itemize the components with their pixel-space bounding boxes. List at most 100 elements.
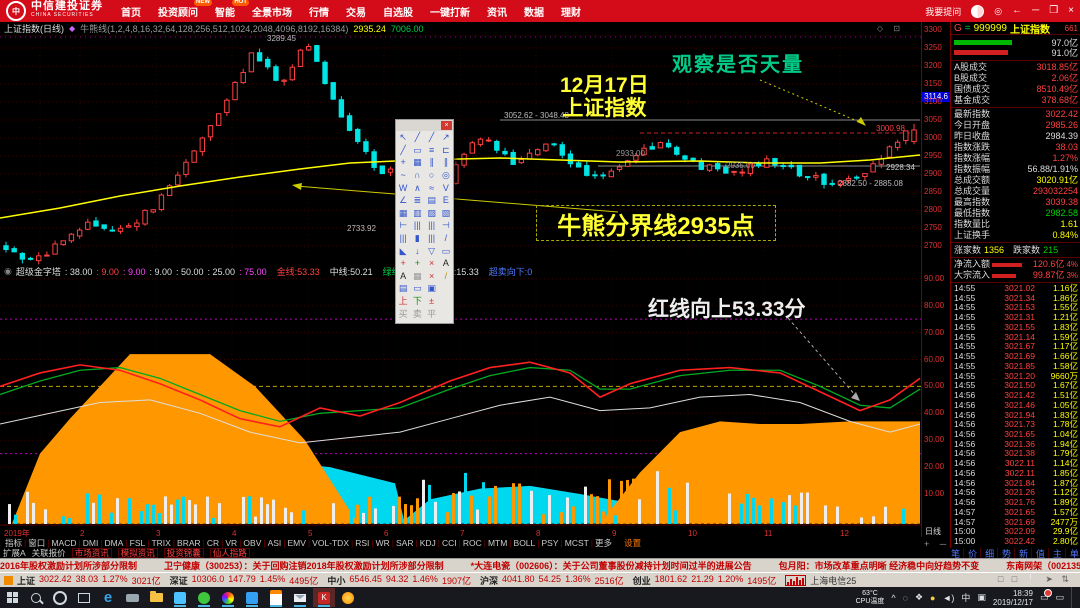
draw-tool-icon[interactable]: ∩ (410, 169, 424, 182)
indicator-tab-PSY[interactable]: PSY (540, 538, 561, 548)
draw-tool-icon[interactable]: 卖 (410, 307, 424, 320)
news-ticker[interactable]: 2016年股权激励计划所涉部分限制 卫宁健康（300253）：关于回购注销201… (0, 558, 1080, 573)
indicator-tab-BOLL[interactable]: BOLL (512, 538, 538, 548)
menu-item-3[interactable]: 全景市场 (252, 4, 292, 19)
draw-tool-icon[interactable]: × (425, 270, 439, 283)
draw-tool-icon[interactable]: ▦ (396, 207, 410, 220)
action-center-icon[interactable]: ▭ (1055, 592, 1064, 603)
indicator-tab-KDJ[interactable]: KDJ (418, 538, 438, 548)
indicator-tab-ASI[interactable]: ASI (266, 538, 284, 548)
draw-tool-icon[interactable]: ▭ (410, 282, 424, 295)
indicator-tab-VOL-TDX[interactable]: VOL-TDX (310, 538, 351, 548)
draw-tool-icon[interactable]: ╱ (425, 131, 439, 144)
draw-tool-icon[interactable]: ||| (425, 219, 439, 232)
draw-tool-icon[interactable]: W (396, 181, 410, 194)
draw-tool-icon[interactable]: V (439, 181, 453, 194)
menu-item-5[interactable]: 交易 (346, 4, 366, 19)
search-icon[interactable] (25, 588, 47, 607)
indicator-tab-VR[interactable]: VR (223, 538, 239, 548)
menu-item-0[interactable]: 首页 (121, 4, 141, 19)
draw-tool-icon[interactable]: ⊏ (439, 144, 453, 157)
laptop-icon[interactable] (121, 588, 143, 607)
indicator-tab-MTM[interactable]: MTM (486, 538, 509, 548)
draw-tool-icon[interactable]: ∥ (439, 156, 453, 169)
index-quote-上证[interactable]: 上证 3022.42 38.03 1.27% 3021亿 (17, 574, 161, 587)
draw-tool-icon[interactable] (439, 282, 453, 295)
minimize-button[interactable]: ─ (1032, 6, 1039, 16)
draw-tool-icon[interactable]: ╱ (410, 131, 424, 144)
draw-tool-icon[interactable]: ▨ (425, 207, 439, 220)
draw-tool-icon[interactable]: ↖ (396, 131, 410, 144)
restore-button[interactable]: ❐ (1049, 6, 1058, 16)
file-explorer-icon[interactable] (145, 588, 167, 607)
draw-tool-icon[interactable]: 下 (410, 295, 424, 308)
draw-tool-icon[interactable]: ▦ (410, 156, 424, 169)
draw-tool-icon[interactable]: ▣ (425, 282, 439, 295)
draw-tool-icon[interactable]: ||| (396, 232, 410, 245)
indicator-tab-MCST[interactable]: MCST (563, 538, 591, 548)
indicator-tab-DMA[interactable]: DMA (103, 538, 126, 548)
menu-item-10[interactable]: 理财 (561, 4, 581, 19)
draw-tool-icon[interactable]: A (439, 257, 453, 270)
volume-icon[interactable]: ◄) (942, 593, 954, 603)
close-button[interactable]: × (1068, 6, 1074, 16)
status-bar-icons[interactable]: □ □ ❕ ➤ ⇅ (998, 574, 1072, 585)
draw-tool-icon[interactable]: ≣ (410, 194, 424, 207)
draw-tool-icon[interactable]: ▦ (410, 270, 424, 283)
mail-icon[interactable] (289, 588, 311, 607)
indicator-tab-RSI[interactable]: RSI (353, 538, 371, 548)
menu-item-9[interactable]: 数据 (524, 4, 544, 19)
draw-tool-icon[interactable]: + (410, 257, 424, 270)
draw-tool-icon[interactable]: A (396, 270, 410, 283)
tray-icon-2[interactable]: ❖ (915, 592, 923, 603)
indicator-tab-EMV[interactable]: EMV (286, 538, 308, 548)
indicator-tab-CCI[interactable]: CCI (440, 538, 459, 548)
cortana-icon[interactable] (49, 588, 71, 607)
start-button-icon[interactable] (1, 588, 23, 607)
tray-icon-3[interactable]: ● (930, 593, 935, 603)
draw-tool-icon[interactable]: 上 (396, 295, 410, 308)
ext-red-tab-仙人指路[interactable]: 仙人指路 (209, 548, 250, 558)
show-desktop-button[interactable] (1071, 587, 1076, 608)
flame-browser-icon[interactable] (337, 588, 359, 607)
draw-tool-icon[interactable]: ▤ (425, 194, 439, 207)
index-quote-沪深[interactable]: 沪深 4041.80 54.25 1.36% 2516亿 (480, 574, 624, 587)
indicator-name-label[interactable]: 超级金字塔 (16, 265, 61, 278)
draw-tool-icon[interactable]: ||| (410, 219, 424, 232)
index-quote-创业[interactable]: 创业 1801.62 21.29 1.20% 1495亿 (633, 574, 777, 587)
draw-tool-icon[interactable]: ∧ (410, 181, 424, 194)
indicator-tab-TRIX[interactable]: TRIX (149, 538, 172, 548)
taskbar-clock[interactable]: 18:39 2019/12/17 (993, 589, 1033, 607)
draw-tool-icon[interactable]: / (439, 232, 453, 245)
ime-indicator[interactable]: 中 (961, 591, 970, 604)
quote-panel-header[interactable]: G = 999999 上证指数 661 (951, 22, 1080, 36)
indicator-tab-OBV[interactable]: OBV (241, 538, 263, 548)
draw-tool-icon[interactable]: ||| (425, 232, 439, 245)
back-button[interactable]: ← (1012, 6, 1022, 16)
calendar-app-icon[interactable] (265, 588, 287, 607)
ext-red-tab-投资锦囊[interactable]: 投资锦囊 (163, 548, 204, 558)
draw-tool-icon[interactable]: ▭ (439, 244, 453, 257)
draw-tool-icon[interactable]: E (439, 194, 453, 207)
menu-item-2[interactable]: 智能 HOT (215, 0, 249, 19)
draw-tool-icon[interactable]: / (439, 270, 453, 283)
draw-tool-icon[interactable]: ≈ (425, 181, 439, 194)
draw-tool-icon[interactable]: ○ (425, 169, 439, 182)
draw-tool-icon[interactable]: ⊢ (396, 219, 410, 232)
indicator-tab-FSL[interactable]: FSL (128, 538, 148, 548)
ext-red-tab-模拟资讯[interactable]: 模拟资讯 (117, 548, 158, 558)
notifications-icon[interactable]: ▭ (1040, 589, 1053, 603)
draw-tool-icon[interactable]: ▧ (439, 207, 453, 220)
ext-red-tab-市场资讯[interactable]: 市场资讯 (71, 548, 112, 558)
draw-tool-icon[interactable]: ∥ (425, 156, 439, 169)
settings-gear-icon[interactable]: ◎ (994, 6, 1002, 17)
draw-tool-icon[interactable]: ± (425, 295, 439, 308)
indicator-name[interactable]: 牛熊线(1,2,4,8,16,32,64,128,256,512,1024,20… (80, 22, 348, 35)
draw-tool-icon[interactable]: ≡ (425, 144, 439, 157)
drawing-toolbar-titlebar[interactable]: × (396, 120, 453, 131)
ask-question-link[interactable]: 我要提问 (925, 5, 961, 18)
store-icon[interactable] (169, 588, 191, 607)
photos-pinwheel-icon[interactable] (217, 588, 239, 607)
time-and-sales-list[interactable]: 14:55 3021.02 1.16亿 14:55 3021.34 1.86亿 14:55 3… (951, 283, 1080, 547)
draw-tool-icon[interactable]: ▭ (410, 144, 424, 157)
